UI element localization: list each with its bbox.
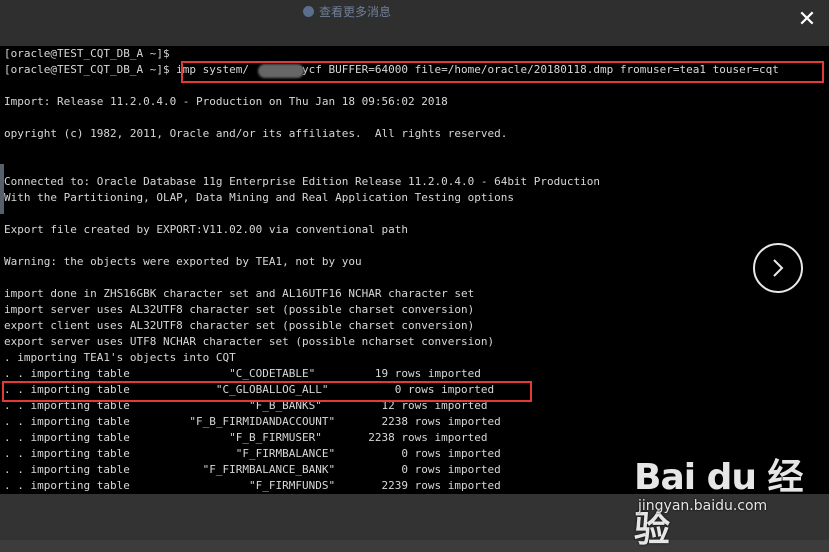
terminal-line: . . importing table "C_CODETABLE" 19 row… <box>4 367 481 380</box>
terminal-line: . importing TEA1's objects into CQT <box>4 351 236 364</box>
row-highlight-box <box>2 381 532 402</box>
terminal-screenshot: [oracle@TEST_CQT_DB_A ~]$ [oracle@TEST_C… <box>0 46 829 494</box>
top-bar: 查看更多消息 ✕ <box>0 0 829 46</box>
watermark-url: jingyan.baidu.com <box>638 498 768 514</box>
terminal-line: Connected to: Oracle Database 11g Enterp… <box>4 175 601 188</box>
terminal-line: [oracle@TEST_CQT_DB_A ~]$ <box>4 47 170 60</box>
terminal-line: Import: Release 11.2.0.4.0 - Production … <box>4 95 448 108</box>
terminal-line: . . importing table "F_FIRMFUNDS" 2239 r… <box>4 479 501 492</box>
close-button[interactable]: ✕ <box>795 8 819 32</box>
terminal-line: export server uses UTF8 NCHAR character … <box>4 335 495 348</box>
next-image-button[interactable] <box>753 243 803 293</box>
terminal-line: Export file created by EXPORT:V11.02.00 … <box>4 223 408 236</box>
more-messages-hint[interactable]: 查看更多消息 <box>303 3 391 20</box>
redacted-password <box>258 64 304 78</box>
terminal-line: . . importing table "F_B_FIRMUSER" 2238 … <box>4 431 488 444</box>
terminal-line: . . importing table "F_B_FIRMIDANDACCOUN… <box>4 415 501 428</box>
terminal-line: With the Partitioning, OLAP, Data Mining… <box>4 191 514 204</box>
terminal-line: import done in ZHS16GBK character set an… <box>4 287 475 300</box>
side-meter <box>0 164 4 214</box>
more-messages-label: 查看更多消息 <box>319 5 392 19</box>
terminal-line: opyright (c) 1982, 2011, Oracle and/or i… <box>4 127 508 140</box>
terminal-line: . . importing table "F_FIRMBALANCE" 0 ro… <box>4 447 501 460</box>
message-icon <box>303 6 314 17</box>
baidu-jingyan-watermark: Bai du 经验 jingyan.baidu.com <box>634 448 804 550</box>
terminal-line: Warning: the objects were exported by TE… <box>4 255 362 268</box>
terminal-line: export client uses AL32UTF8 character se… <box>4 319 475 332</box>
terminal-line: . . importing table "F_FIRMBALANCE_BANK"… <box>4 463 501 476</box>
terminal-line: import server uses AL32UTF8 character se… <box>4 303 475 316</box>
chevron-right-icon <box>773 259 784 277</box>
